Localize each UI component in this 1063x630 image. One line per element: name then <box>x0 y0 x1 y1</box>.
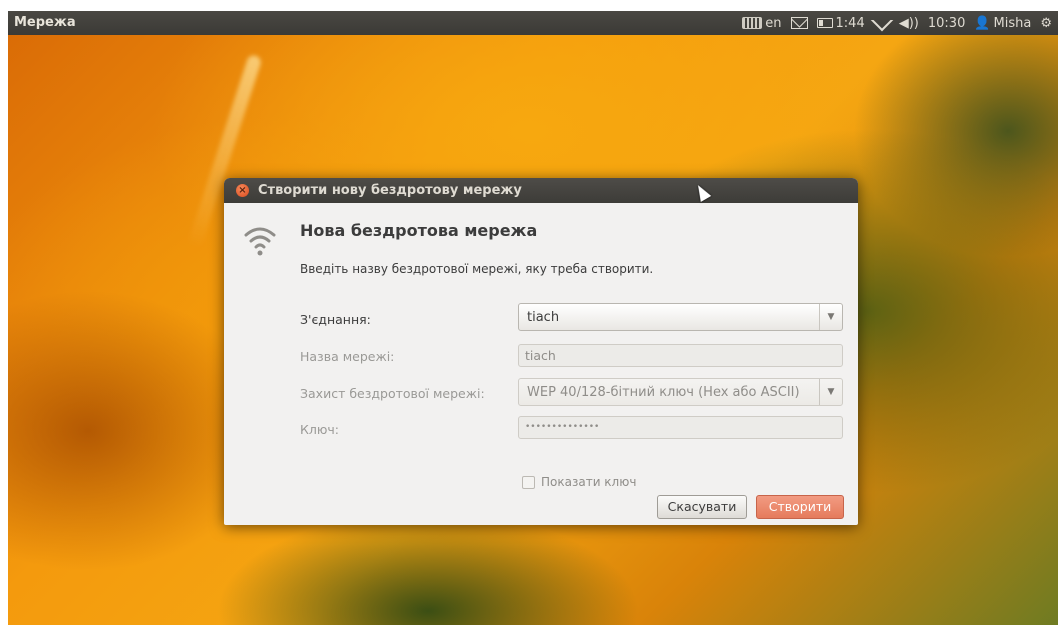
keyboard-layout: en <box>765 15 782 31</box>
security-value: WEP 40/128-бітний ключ (Hex або ASCII) <box>527 385 800 400</box>
security-combo[interactable]: WEP 40/128-бітний ключ (Hex або ASCII) ▼ <box>518 378 843 406</box>
show-key-row[interactable]: Показати ключ <box>522 475 636 489</box>
keyboard-icon <box>742 17 763 29</box>
sound-indicator[interactable]: ◀)) <box>899 16 919 31</box>
wifi-icon <box>870 11 894 32</box>
dialog-instruction: Введіть назву бездротової мережі, яку тр… <box>300 262 654 276</box>
panel-app-title: Мережа <box>14 15 76 30</box>
network-name-field[interactable]: tiach <box>518 344 843 367</box>
keyboard-indicator[interactable]: en <box>742 15 782 31</box>
messaging-indicator[interactable] <box>790 17 808 29</box>
connection-label: З'єднання: <box>300 312 371 327</box>
key-field[interactable]: •••••••••••••• <box>518 416 843 439</box>
connection-combo[interactable]: tiach ▼ <box>518 303 843 331</box>
show-key-label: Показати ключ <box>541 475 637 489</box>
user-indicator[interactable]: 👤 Misha <box>974 16 1031 31</box>
new-wireless-network-dialog: × Створити нову бездротову мережу Нова б… <box>224 178 858 525</box>
clock-indicator[interactable]: 10:30 <box>928 16 965 31</box>
dialog-titlebar[interactable]: × Створити нову бездротову мережу <box>224 178 858 203</box>
gear-icon: ⚙ <box>1040 15 1052 31</box>
cancel-button[interactable]: Скасувати <box>657 495 747 519</box>
dialog-heading: Нова бездротова мережа <box>300 221 538 240</box>
top-panel: Мережа en 1:44 ◀)) 10:30 👤 Misha ⚙ <box>8 11 1058 35</box>
dialog-title: Створити нову бездротову мережу <box>258 183 522 198</box>
battery-icon <box>816 18 833 28</box>
clock: 10:30 <box>927 15 966 31</box>
session-indicator[interactable]: ⚙ <box>1040 16 1052 31</box>
mail-icon <box>790 17 808 29</box>
connection-value: tiach <box>527 310 560 325</box>
user-icon: 👤 <box>974 15 991 31</box>
security-label: Захист бездротової мережі: <box>300 386 485 401</box>
create-button[interactable]: Створити <box>756 495 844 519</box>
desktop: Мережа en 1:44 ◀)) 10:30 👤 Misha ⚙ × Ств… <box>8 11 1058 625</box>
chevron-down-icon[interactable]: ▼ <box>819 379 842 405</box>
chevron-down-icon[interactable]: ▼ <box>819 304 842 330</box>
network-name-label: Назва мережі: <box>300 349 395 364</box>
close-icon[interactable]: × <box>236 184 249 197</box>
user-name: Misha <box>993 15 1032 31</box>
network-indicator[interactable] <box>870 11 894 32</box>
volume-icon: ◀)) <box>898 15 919 31</box>
battery-time: 1:44 <box>835 15 865 31</box>
wifi-icon <box>244 227 276 256</box>
show-key-checkbox[interactable] <box>522 475 535 489</box>
system-tray: en 1:44 ◀)) 10:30 👤 Misha ⚙ <box>742 11 1052 35</box>
key-label: Ключ: <box>300 422 339 437</box>
battery-indicator[interactable]: 1:44 <box>816 15 865 31</box>
